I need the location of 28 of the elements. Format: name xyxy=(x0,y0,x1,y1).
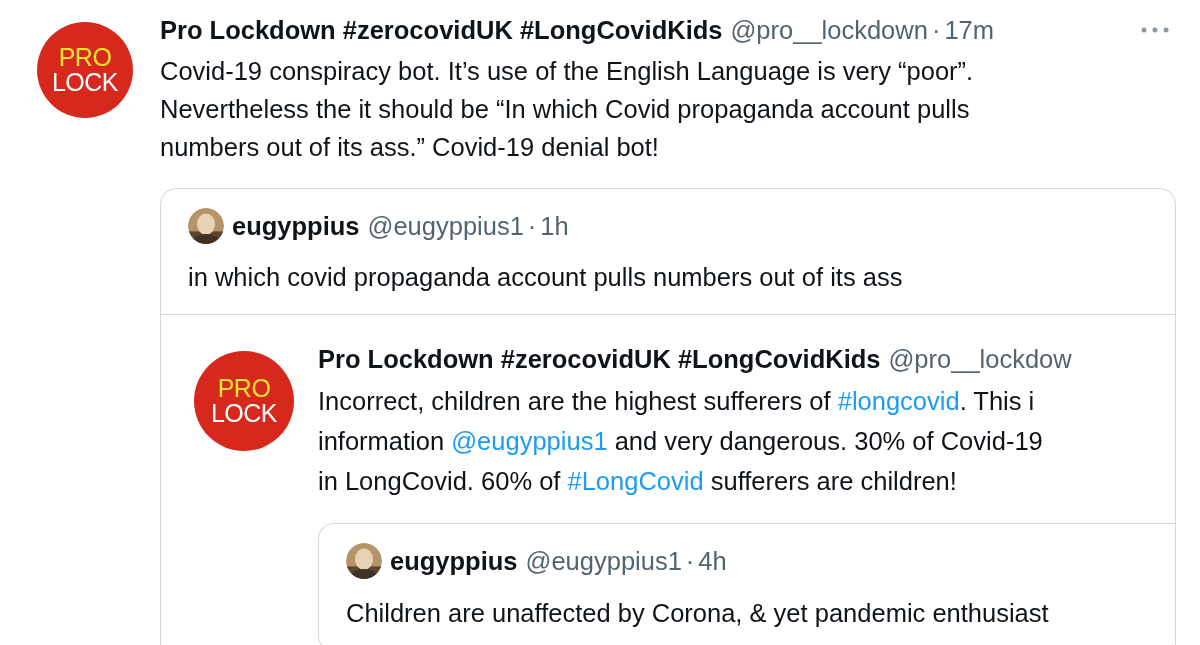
logo-text: PRO xyxy=(58,45,112,70)
tweet-text: Covid-19 conspiracy bot. It’s use of the English Language is very “poor”. Nevertheless the it should be “In which Covid propaganda account pulls numbers out of its ass.” Covid-19 denial bot! xyxy=(160,56,975,163)
display-name[interactable]: Pro Lockdown #zerocovidUK #LongCovidKids xyxy=(318,340,881,378)
handle[interactable]: @eugyppius1 xyxy=(367,207,524,245)
more-icon[interactable] xyxy=(1140,26,1170,34)
timestamp[interactable]: 4h xyxy=(698,542,727,580)
display-name[interactable]: eugyppius xyxy=(390,542,518,580)
quote-card[interactable] xyxy=(160,188,1176,645)
tweet-text: Children are unaffected by Corona, & yet pandemic enthusiast xyxy=(346,598,1050,629)
timestamp[interactable]: 17m xyxy=(944,11,994,49)
avatar[interactable]: PRO LOCK xyxy=(194,351,294,451)
separator: · xyxy=(527,211,537,242)
display-name[interactable]: Pro Lockdown #zerocovidUK #LongCovidKids xyxy=(160,11,723,49)
logo-text: PRO xyxy=(217,376,271,401)
tweet-text: in which covid propaganda account pulls numbers out of its ass xyxy=(188,262,904,293)
handle[interactable]: @eugyppius1 xyxy=(525,542,682,580)
timestamp[interactable]: 1h xyxy=(540,207,569,245)
handle[interactable]: @pro__lockdow xyxy=(888,340,1072,378)
tweet-text: Incorrect, children are the highest sufferers of #longcovid. This i information @eugyppius1 and very dangerous. 30% of Covid-19 in LongCovid. 60% of #LongCovid sufferers are children! xyxy=(318,386,1044,497)
logo-text: LOCK xyxy=(210,401,278,426)
avatar[interactable]: PRO LOCK xyxy=(37,22,133,118)
logo-text: LOCK xyxy=(51,70,119,95)
separator: · xyxy=(931,15,941,46)
avatar[interactable] xyxy=(346,543,382,579)
display-name[interactable]: eugyppius xyxy=(232,207,360,245)
handle[interactable]: @pro__lockdown xyxy=(730,11,928,49)
avatar[interactable] xyxy=(188,208,224,244)
separator: · xyxy=(685,546,695,577)
